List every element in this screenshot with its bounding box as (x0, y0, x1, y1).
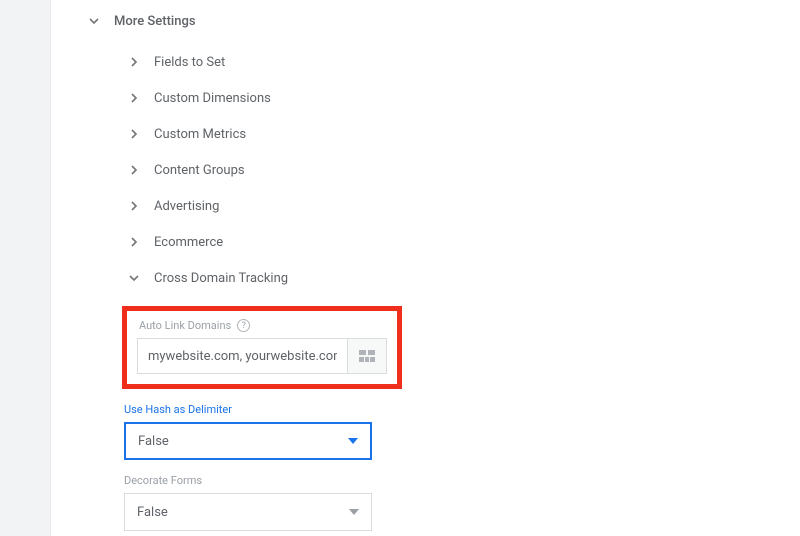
row-label: Content Groups (154, 163, 245, 178)
use-hash-value: False (138, 434, 169, 449)
auto-link-label-row: Auto Link Domains ? (139, 319, 387, 332)
variable-picker-button[interactable] (347, 338, 387, 374)
decorate-forms-value: False (137, 505, 168, 520)
row-content-groups[interactable]: Content Groups (126, 152, 800, 188)
row-custom-dimensions[interactable]: Custom Dimensions (126, 80, 800, 116)
chevron-right-icon (126, 162, 142, 178)
row-advertising[interactable]: Advertising (126, 188, 800, 224)
decorate-forms-group: Decorate Forms False (124, 474, 800, 531)
chevron-down-icon (86, 13, 102, 29)
chevron-right-icon (126, 198, 142, 214)
use-hash-group: Use Hash as Delimiter False (124, 403, 800, 460)
decorate-forms-select[interactable]: False (124, 493, 372, 531)
auto-link-label: Auto Link Domains (139, 319, 231, 332)
row-label: Ecommerce (154, 235, 223, 250)
auto-link-input-wrap (137, 338, 387, 374)
caret-down-icon (349, 509, 359, 515)
caret-down-icon (348, 438, 358, 444)
row-cross-domain-tracking[interactable]: Cross Domain Tracking (126, 260, 800, 296)
row-label: Advertising (154, 199, 219, 214)
chevron-right-icon (126, 54, 142, 70)
row-ecommerce[interactable]: Ecommerce (126, 224, 800, 260)
help-icon[interactable]: ? (237, 319, 250, 332)
row-fields-to-set[interactable]: Fields to Set (126, 44, 800, 80)
row-label: Cross Domain Tracking (154, 271, 288, 286)
settings-panel: More Settings Fields to Set Custom Dimen… (58, 0, 800, 531)
use-hash-label: Use Hash as Delimiter (124, 403, 800, 416)
divider-line (50, 0, 51, 536)
decorate-forms-label: Decorate Forms (124, 474, 800, 487)
row-label: Custom Metrics (154, 127, 246, 142)
chevron-down-icon (126, 270, 142, 286)
left-gutter (0, 0, 50, 536)
more-settings-label: More Settings (114, 14, 196, 29)
sub-settings-list: Fields to Set Custom Dimensions Custom M… (126, 44, 800, 296)
chevron-right-icon (126, 234, 142, 250)
auto-link-highlight: Auto Link Domains ? (122, 306, 402, 389)
chevron-right-icon (126, 90, 142, 106)
cross-domain-body: Auto Link Domains ? (122, 306, 800, 531)
row-label: Custom Dimensions (154, 91, 271, 106)
chevron-right-icon (126, 126, 142, 142)
row-custom-metrics[interactable]: Custom Metrics (126, 116, 800, 152)
brick-icon (359, 350, 375, 362)
use-hash-select[interactable]: False (124, 422, 372, 460)
auto-link-domains-input[interactable] (137, 338, 347, 374)
more-settings-header[interactable]: More Settings (86, 4, 800, 38)
row-label: Fields to Set (154, 55, 225, 70)
